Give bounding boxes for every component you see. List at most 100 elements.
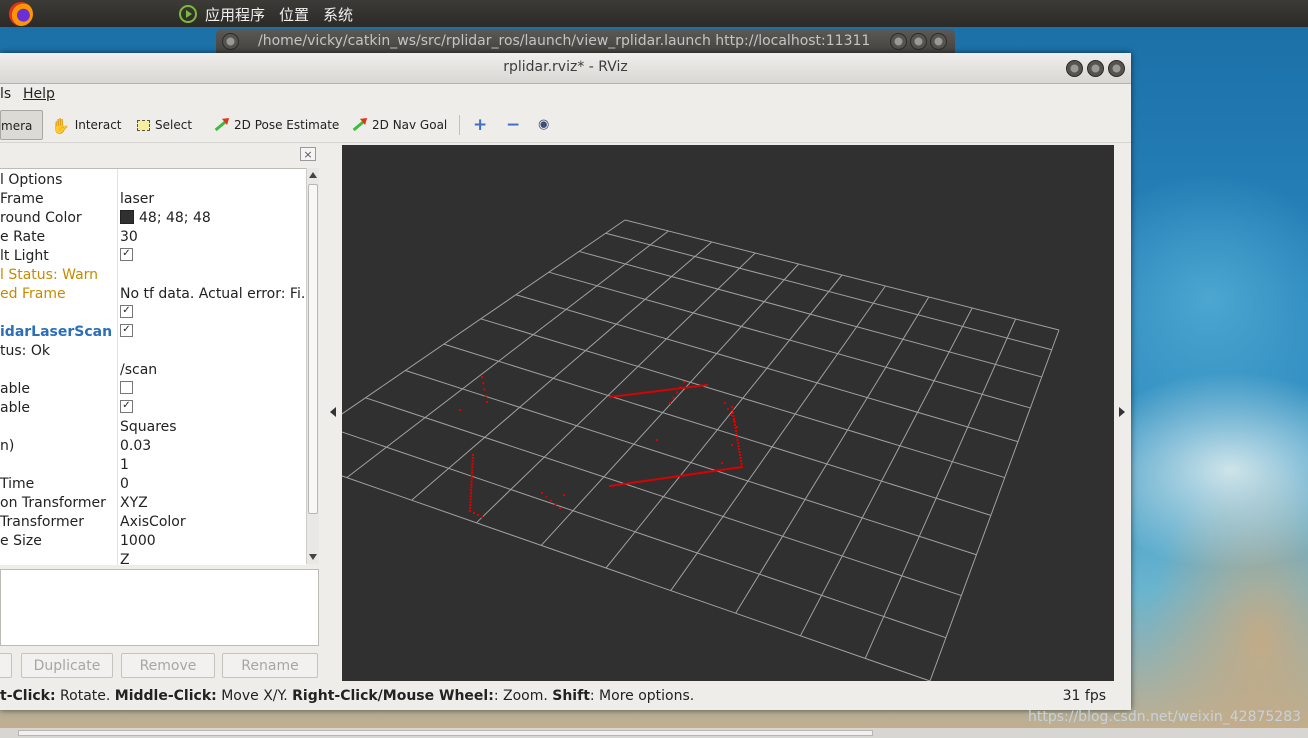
panel-close-icon[interactable]: ×	[300, 147, 316, 161]
add-display-button[interactable]	[0, 653, 12, 678]
scan-point	[681, 474, 684, 477]
tree-row[interactable]: Z	[0, 551, 306, 565]
scan-point	[679, 474, 682, 477]
tree-row[interactable]: lt Light ✓	[0, 247, 306, 266]
tree-row[interactable]: able ✓	[0, 399, 306, 418]
tree-row[interactable]: Time 0	[0, 475, 306, 494]
displays-tree[interactable]: l Options Frame laser round Color 48; 48; 48…	[0, 168, 306, 565]
checkbox[interactable]: ✓	[120, 324, 133, 337]
tree-row[interactable]: e Size 1000	[0, 532, 306, 551]
window-minimize-icon[interactable]	[1087, 60, 1104, 77]
tree-row[interactable]: l Options	[0, 171, 306, 190]
menu-system[interactable]: 系统	[323, 4, 353, 25]
tree-row[interactable]: round Color 48; 48; 48	[0, 209, 306, 228]
checkbox[interactable]: ✓	[120, 400, 133, 413]
scan-point	[693, 472, 696, 475]
collapse-right-icon[interactable]	[1119, 407, 1125, 417]
laser-scan-points	[459, 376, 743, 518]
property-value[interactable]: No tf data. Actual error: Fi.	[120, 286, 305, 302]
scan-point	[654, 390, 657, 393]
firefox-icon[interactable]	[9, 2, 33, 26]
remove-tool-icon[interactable]: −	[506, 113, 520, 137]
horizontal-scroll-thumb[interactable]	[18, 730, 873, 736]
select-tool[interactable]: Select	[137, 113, 192, 137]
property-value[interactable]: 1	[120, 457, 129, 473]
eye-icon[interactable]: ◉	[538, 113, 549, 137]
tree-row[interactable]: 1	[0, 456, 306, 475]
window-maximize-icon[interactable]	[930, 33, 947, 50]
background-window-titlebar[interactable]: /home/vicky/catkin_ws/src/rplidar_ros/la…	[216, 29, 955, 53]
scroll-down-icon[interactable]	[309, 554, 317, 560]
window-close-icon[interactable]	[222, 33, 239, 50]
tree-row[interactable]: tus: Ok	[0, 342, 306, 361]
duplicate-button[interactable]: Duplicate	[21, 653, 113, 678]
scan-point	[674, 475, 677, 478]
tree-row[interactable]: Frame laser	[0, 190, 306, 209]
scan-point	[672, 396, 675, 399]
menu-tools[interactable]: ls	[0, 86, 11, 102]
tree-row[interactable]: on Transformer XYZ	[0, 494, 306, 513]
property-value[interactable]: laser	[120, 191, 154, 207]
move-camera-tool[interactable]: mera	[0, 110, 43, 140]
property-value[interactable]: 0.03	[120, 438, 151, 454]
interact-tool[interactable]: ✋ Interact	[51, 113, 122, 137]
horizontal-scrollbar[interactable]	[0, 728, 1308, 738]
scroll-up-icon[interactable]	[309, 172, 317, 178]
collapse-left-icon[interactable]	[330, 407, 336, 417]
tree-row[interactable]: n) 0.03	[0, 437, 306, 456]
tree-row[interactable]: e Rate 30	[0, 228, 306, 247]
window-close-icon[interactable]	[890, 33, 907, 50]
rename-button[interactable]: Rename	[222, 653, 318, 678]
checkbox[interactable]: ✓	[120, 248, 133, 261]
nav-goal-tool[interactable]: 2D Nav Goal	[352, 113, 447, 137]
scan-point	[694, 385, 697, 388]
tree-row[interactable]: l Status: Warn	[0, 266, 306, 285]
window-minimize-icon[interactable]	[910, 33, 927, 50]
scan-point	[707, 470, 710, 473]
tree-scrollbar[interactable]	[306, 168, 319, 564]
property-name: on Transformer	[0, 495, 106, 511]
tree-row[interactable]: Transformer AxisColor	[0, 513, 306, 532]
menu-help[interactable]: Help	[23, 86, 55, 102]
tree-row[interactable]: /scan	[0, 361, 306, 380]
property-value[interactable]: AxisColor	[120, 514, 186, 530]
scan-point	[662, 389, 665, 392]
menu-places[interactable]: 位置	[279, 4, 309, 25]
applications-icon[interactable]	[179, 5, 197, 23]
window-maximize-icon[interactable]	[1108, 60, 1125, 77]
3d-render-view[interactable]	[281, 145, 1114, 682]
tree-row[interactable]: ed Frame No tf data. Actual error: Fi.	[0, 285, 306, 304]
render-canvas[interactable]	[281, 145, 1114, 682]
property-value[interactable]: 48; 48; 48	[139, 210, 211, 226]
pose-estimate-label: 2D Pose Estimate	[234, 118, 340, 132]
checkbox[interactable]	[120, 381, 133, 394]
scan-point	[731, 406, 733, 408]
scan-point	[618, 483, 621, 486]
tree-row[interactable]: able	[0, 380, 306, 399]
tree-row[interactable]: Squares	[0, 418, 306, 437]
window-titlebar[interactable]: rplidar.rviz* - RViz	[0, 53, 1131, 84]
property-name: n)	[0, 438, 15, 454]
scan-point	[658, 389, 661, 392]
property-value[interactable]: XYZ	[120, 495, 148, 511]
property-value[interactable]: Squares	[120, 419, 177, 435]
checkbox[interactable]: ✓	[120, 305, 133, 318]
property-value[interactable]: 30	[120, 229, 138, 245]
remove-button[interactable]: Remove	[121, 653, 215, 678]
property-value[interactable]: 0	[120, 476, 129, 492]
scan-point	[692, 385, 695, 388]
property-value[interactable]: 1000	[120, 533, 156, 549]
scan-point	[682, 386, 685, 389]
add-tool-icon[interactable]: +	[473, 113, 487, 137]
scroll-thumb[interactable]	[308, 184, 318, 514]
property-value[interactable]: /scan	[120, 362, 157, 378]
scan-point	[650, 479, 653, 482]
window-close-icon[interactable]	[1066, 60, 1083, 77]
menu-applications[interactable]: 应用程序	[205, 4, 265, 25]
tree-row[interactable]: ✓	[0, 304, 306, 323]
pose-estimate-tool[interactable]: 2D Pose Estimate	[214, 113, 339, 137]
tree-row[interactable]: idarLaserScan ✓	[0, 323, 306, 342]
color-swatch[interactable]	[120, 209, 134, 224]
scan-point	[715, 469, 718, 472]
property-value[interactable]: Z	[120, 552, 130, 565]
